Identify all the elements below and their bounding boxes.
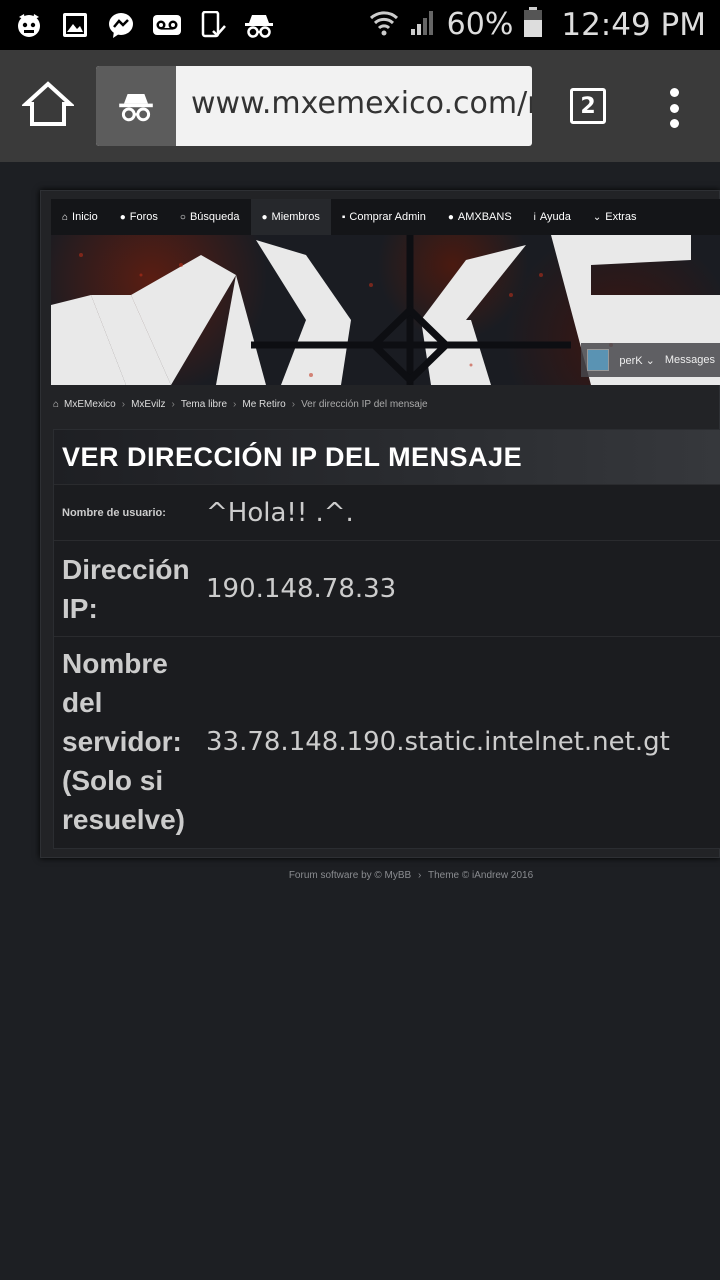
chevron-right-icon: ›	[233, 399, 237, 410]
breadcrumb: ⌂ MxEMexico › MxEvilz › Tema libre › Me …	[53, 399, 428, 410]
hostname-row: Nombre del servidor: (Solo si resuelve) …	[54, 636, 720, 846]
user-icon: ●	[447, 211, 454, 223]
home-button[interactable]	[20, 78, 76, 134]
breadcrumb-item[interactable]: MxEMexico	[64, 399, 116, 410]
footer-software-link[interactable]: Forum software by © MyBB	[289, 870, 411, 881]
username-value: ^Hola!! .^.	[206, 497, 354, 528]
row-label: Nombre de usuario:	[62, 506, 166, 519]
tab-switcher-button[interactable]: 2	[570, 88, 606, 124]
home-icon	[20, 81, 76, 126]
users-icon: ●	[261, 211, 268, 223]
row-label: Nombre del servidor: (Solo si resuelve)	[62, 648, 185, 835]
incognito-icon	[244, 10, 274, 40]
browser-toolbar: www.mxemexico.com/m 2	[0, 50, 720, 162]
chevron-right-icon: ›	[291, 399, 296, 410]
user-menu: perK ⌄ Messages	[581, 343, 720, 377]
chevron-right-icon: ›	[418, 870, 422, 881]
chevron-right-icon: ›	[171, 399, 175, 410]
footer: Forum software by © MyBB › Theme © iAndr…	[0, 870, 720, 881]
messenger-icon	[106, 10, 136, 40]
wifi-icon	[369, 7, 399, 42]
image-icon	[60, 10, 90, 40]
system-indicators: 60% 12:49 PM	[369, 6, 706, 43]
username-row: Nombre de usuario: ^Hola!! .^.	[54, 484, 720, 540]
forum-banner[interactable]: perK ⌄ Messages	[51, 235, 720, 385]
nav-extras[interactable]: ⌄ Extras	[582, 199, 648, 235]
overflow-menu-button[interactable]	[662, 88, 686, 128]
nav-ayuda[interactable]: i Ayuda	[523, 199, 582, 235]
username-dropdown[interactable]: perK ⌄	[619, 354, 655, 367]
incognito-badge	[96, 66, 176, 146]
nav-foros[interactable]: ● Foros	[109, 199, 169, 235]
voicemail-icon	[152, 10, 182, 40]
chevron-down-icon: ⌄	[592, 211, 602, 223]
phone-check-icon	[198, 10, 228, 40]
info-icon: i	[533, 211, 536, 223]
nav-comprar-admin[interactable]: ▪ Comprar Admin	[331, 199, 437, 235]
comments-icon: ●	[119, 211, 126, 223]
page-title: VER DIRECCIÓN IP DEL MENSAJE	[62, 441, 523, 472]
cat-icon	[14, 10, 44, 40]
chevron-right-icon: ›	[121, 399, 126, 410]
nav-amxbans[interactable]: ● AMXBANS	[437, 199, 523, 235]
avatar[interactable]	[587, 349, 610, 371]
ip-value: 190.148.78.33	[206, 573, 397, 604]
signal-icon	[409, 7, 437, 42]
battery-icon	[523, 6, 543, 43]
clock: 12:49 PM	[561, 6, 706, 43]
panel-header: VER DIRECCIÓN IP DEL MENSAJE	[54, 430, 720, 484]
nav-inicio[interactable]: ⌂ Inicio	[51, 199, 109, 235]
ip-info-panel: VER DIRECCIÓN IP DEL MENSAJE Nombre de u…	[53, 429, 720, 849]
lock-icon: ▪	[341, 211, 346, 223]
breadcrumb-item[interactable]: Me Retiro	[242, 399, 285, 410]
incognito-icon	[119, 94, 153, 122]
hostname-value: 33.78.148.190.static.intelnet.net.gt	[206, 726, 670, 757]
messages-link[interactable]: Messages	[665, 354, 715, 366]
breadcrumb-current: Ver dirección IP del mensaje	[301, 399, 428, 410]
url-bar[interactable]: www.mxemexico.com/m	[96, 66, 532, 146]
footer-theme-credit: Theme © iAndrew 2016	[427, 870, 534, 881]
nav-miembros[interactable]: ● Miembros	[250, 199, 331, 235]
breadcrumb-item[interactable]: Tema libre	[181, 399, 227, 410]
forum-container: ⌂ Inicio ● Foros ○ Búsqueda ● Miembros ▪ Comp…	[40, 190, 720, 858]
ip-row: Dirección IP: 190.148.78.33	[54, 540, 720, 636]
nav-busqueda[interactable]: ○ Búsqueda	[169, 199, 251, 235]
status-bar: 60% 12:49 PM	[0, 0, 720, 50]
row-label: Dirección IP:	[62, 553, 190, 624]
forum-navbar: ⌂ Inicio ● Foros ○ Búsqueda ● Miembros ▪ Comp…	[51, 199, 720, 235]
battery-percent: 60%	[446, 7, 514, 42]
search-icon: ○	[179, 211, 186, 223]
url-text: www.mxemexico.com/m	[191, 86, 532, 121]
home-icon: ⌂	[53, 399, 60, 410]
notification-icons	[14, 10, 274, 40]
home-icon: ⌂	[62, 211, 69, 223]
breadcrumb-item[interactable]: MxEvilz	[131, 399, 165, 410]
